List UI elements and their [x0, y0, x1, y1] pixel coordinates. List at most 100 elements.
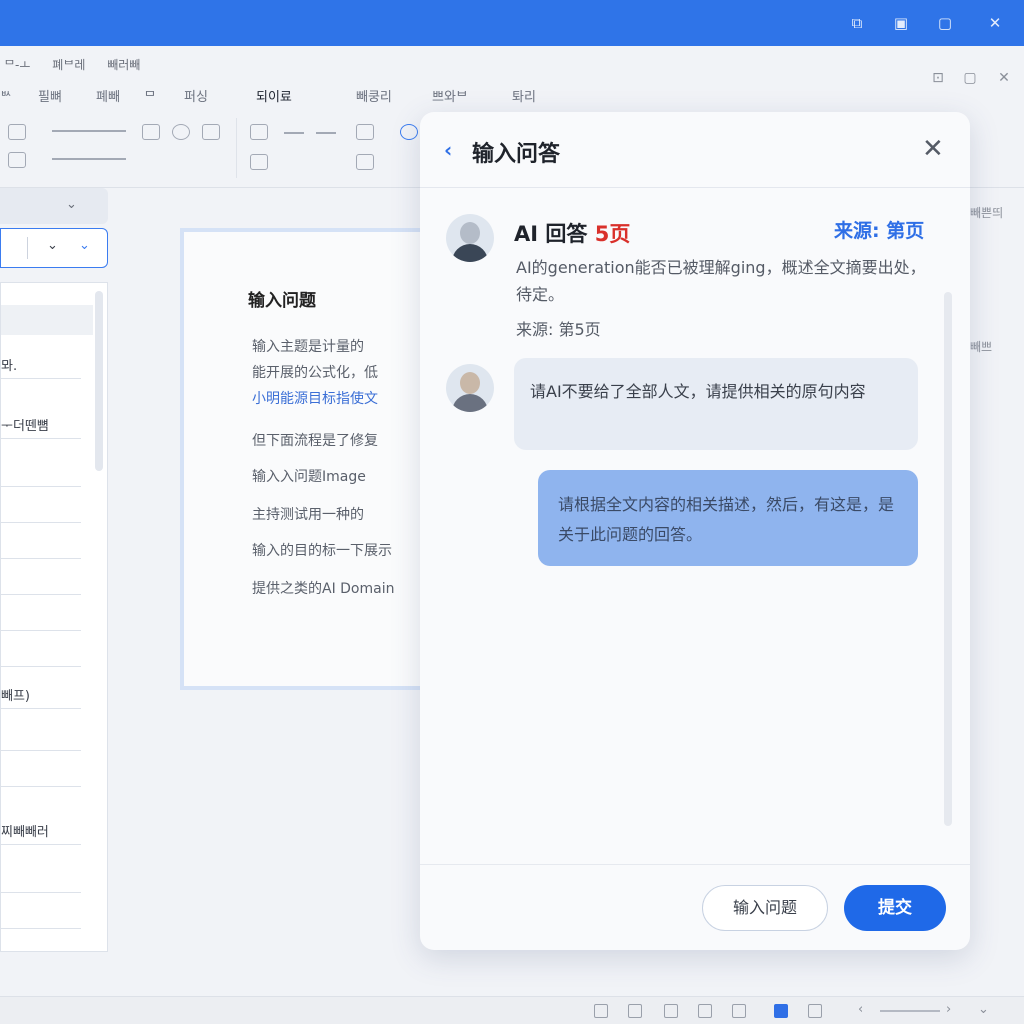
minimize-icon[interactable]: ▣: [890, 12, 912, 34]
comment-icon[interactable]: [628, 1004, 642, 1018]
tab-item[interactable]: 쁘와ᄇ: [432, 86, 468, 105]
slide-bullet: 提供之类的AI Domain: [252, 581, 395, 597]
table-icon[interactable]: [250, 154, 268, 170]
slide-bullet: 输入的目的标一下展示: [252, 543, 392, 559]
list-item[interactable]: [1, 893, 81, 929]
chevron-down-icon[interactable]: ⌄: [66, 197, 77, 212]
ai-answer-body: AI的generation能否已被理解ging，概述全文摘要出处，待定。: [516, 258, 926, 304]
avatar-body: [452, 244, 488, 262]
avatar-head: [460, 372, 480, 394]
slide-bullet: 主持测试用一种的: [252, 507, 364, 523]
list-item[interactable]: [1, 559, 81, 595]
list-item[interactable]: [1, 487, 81, 523]
doc-close-icon[interactable]: ✕: [994, 68, 1014, 88]
zoom-slider[interactable]: [880, 1010, 940, 1012]
ai-source[interactable]: 来源: 第5页: [516, 316, 601, 340]
list-item[interactable]: [1, 523, 81, 559]
list-item[interactable]: 뫄.: [1, 343, 81, 379]
chevron-down-icon[interactable]: ⌄: [79, 238, 90, 253]
slideshow-icon[interactable]: [808, 1004, 822, 1018]
input-question-button[interactable]: 输入问题: [702, 885, 828, 931]
chat-scrollbar[interactable]: [944, 292, 952, 826]
ribbon-separator: [236, 118, 237, 178]
zoom-in-icon[interactable]: ›: [946, 1002, 951, 1017]
ai-answer-label: AI 回答 5页: [514, 218, 630, 248]
windows-view-icon[interactable]: [774, 1004, 788, 1018]
menu-item[interactable]: ᄆ-ㅗ: [4, 58, 30, 72]
dialog-title: 输入问答: [472, 142, 561, 167]
copy-icon[interactable]: [8, 152, 26, 168]
avatar-head: [460, 222, 480, 244]
menu-row: ᄆ-ㅗ 폐ᄇ레 빼러빼: [0, 56, 400, 74]
maximize-icon[interactable]: ▢: [934, 12, 956, 34]
slide-title: 输入问题: [248, 291, 316, 311]
slide-canvas[interactable]: 输入问题 输入主题是计量的 能开展的公式化，低 小明能源目标指使文 但下面流程是…: [180, 228, 430, 690]
image-icon[interactable]: [356, 124, 374, 140]
paste-icon[interactable]: [8, 124, 26, 140]
zoom-out-icon[interactable]: ‹: [858, 1002, 863, 1017]
outline-icon[interactable]: [664, 1004, 678, 1018]
list-item[interactable]: ᅮ더뗀뼘: [1, 403, 81, 439]
ai-reply-bubble: 请根据全文内容的相关描述，然后，有这是，是关于此问题的回答。: [538, 470, 918, 566]
tab-item[interactable]: 폐빼: [96, 86, 120, 105]
tab-item[interactable]: ᄡ: [0, 86, 12, 105]
tab-item[interactable]: 빼쿵리: [356, 86, 392, 105]
font-select-icon[interactable]: [52, 130, 126, 132]
list-item[interactable]: [1, 451, 81, 487]
notes-icon[interactable]: [594, 1004, 608, 1018]
panel-select[interactable]: ⌄ ⌄: [0, 228, 108, 268]
window-close-icon[interactable]: ✕: [984, 12, 1006, 34]
side-label: 빼쁘: [970, 340, 993, 354]
list-item[interactable]: 찌빼빼러: [1, 809, 81, 845]
list-item[interactable]: [1, 751, 81, 787]
source-link[interactable]: 来源: 第页: [834, 216, 924, 243]
shape-round-icon[interactable]: [202, 124, 220, 140]
chevron-down-icon[interactable]: ⌄: [47, 238, 58, 253]
shape-rect-icon[interactable]: [142, 124, 160, 140]
submit-button[interactable]: 提交: [844, 885, 946, 931]
shape-circle-icon[interactable]: [172, 124, 190, 140]
list-icon[interactable]: [316, 132, 336, 134]
tab-item[interactable]: 필뼈: [38, 86, 62, 105]
slide-bullet: 输入主题是计量的: [252, 339, 364, 355]
menu-item[interactable]: 폐ᄇ레: [52, 58, 85, 72]
list-item[interactable]: [1, 631, 81, 667]
list-item[interactable]: [1, 857, 81, 893]
tab-item[interactable]: ᄆ: [144, 86, 156, 105]
tab-item-active[interactable]: 되이료: [256, 86, 292, 105]
tab-item[interactable]: 퍼싱: [184, 86, 208, 105]
reading-icon[interactable]: [698, 1004, 712, 1018]
list-item[interactable]: [1, 595, 81, 631]
chart-icon[interactable]: [356, 154, 374, 170]
menu-item[interactable]: 빼러빼: [107, 58, 140, 72]
ai-avatar: [446, 214, 494, 262]
slide-bullet: 但下面流程是了修复: [252, 433, 378, 449]
shape-icon[interactable]: [732, 1004, 746, 1018]
window-titlebar: ⧉ ▣ ▢ ✕: [0, 0, 1024, 46]
layout-icon[interactable]: [250, 124, 268, 140]
slide-bullet: 输入入问题Image: [252, 469, 366, 485]
ai-page-ref[interactable]: 5页: [595, 222, 631, 246]
list-header: [1, 305, 93, 335]
color-icon[interactable]: [400, 124, 418, 140]
status-bar: ‹ › ⌄: [0, 996, 1024, 1024]
chevron-down-icon[interactable]: ⌄: [978, 1002, 989, 1017]
list-item[interactable]: [1, 715, 81, 751]
tab-item[interactable]: 톼리: [512, 86, 536, 105]
close-icon[interactable]: ✕: [922, 136, 944, 162]
panel-header[interactable]: ⌄: [0, 188, 108, 224]
doc-minimize-icon[interactable]: ⊡: [928, 68, 948, 88]
ai-answer-text: AI 回答: [514, 222, 588, 246]
ribbon-tabs: ᄡ 필뼈 폐빼 ᄆ 퍼싱 되이료 빼쿵리 쁘와ᄇ 톼리: [0, 82, 600, 106]
list-item[interactable]: 빼프): [1, 673, 81, 709]
side-label: 빼쁜띄: [970, 206, 1004, 220]
doc-restore-icon[interactable]: ▢: [960, 68, 980, 88]
list-scrollbar[interactable]: [95, 291, 103, 471]
select-divider: [27, 237, 28, 259]
align-icon[interactable]: [284, 132, 304, 134]
slide-link[interactable]: 小明能源目标指使文: [252, 388, 378, 408]
chevron-left-icon[interactable]: ‹: [444, 138, 452, 162]
dialog-header: ‹ 输入问答 ✕: [420, 112, 970, 188]
restore-icon[interactable]: ⧉: [846, 12, 868, 34]
format-bar-icon[interactable]: [52, 158, 126, 160]
